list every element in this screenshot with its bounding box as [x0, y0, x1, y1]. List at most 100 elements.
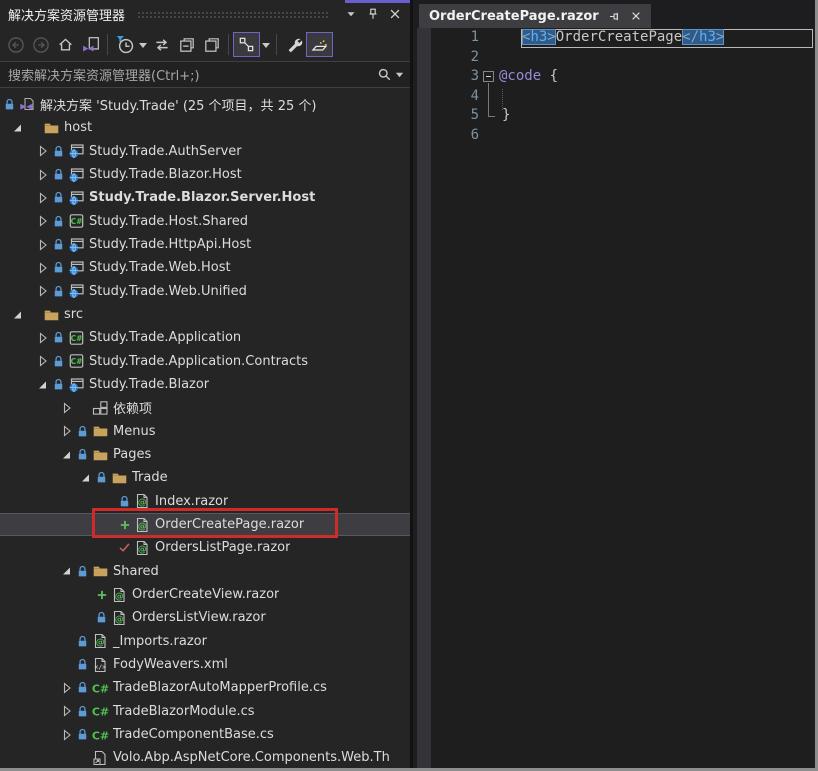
- tree-item[interactable]: C# TradeBlazorAutoMapperProfile.cs: [0, 676, 410, 699]
- razor-icon: @: [109, 610, 129, 626]
- tree-item[interactable]: src: [0, 303, 410, 326]
- properties-icon[interactable]: [281, 33, 306, 57]
- collapse-all-icon[interactable]: [174, 33, 199, 57]
- track-active-item-icon[interactable]: [233, 32, 260, 57]
- tree-item[interactable]: Menus: [0, 420, 410, 443]
- tree-item[interactable]: Volo.Abp.AspNetCore.Components.Web.Th: [0, 746, 410, 769]
- xml-icon: </>: [90, 657, 110, 673]
- sync-with-active-document-icon[interactable]: [149, 33, 174, 57]
- expander-icon[interactable]: [58, 423, 75, 439]
- tree-item[interactable]: Study.Trade.AuthServer: [0, 140, 410, 163]
- expander-icon[interactable]: [34, 167, 51, 183]
- dropdown-chevron-icon[interactable]: [137, 33, 149, 57]
- lock-icon: [75, 424, 90, 439]
- window-position-icon[interactable]: [340, 4, 362, 24]
- nav-forward-icon[interactable]: [28, 33, 53, 57]
- code-text: <h3>OrderCreatePage</h3>: [522, 29, 725, 45]
- panel-title: 解决方案资源管理器: [8, 8, 126, 24]
- line-number: 3: [470, 68, 479, 85]
- expander-icon[interactable]: [58, 703, 75, 719]
- line-number: 1: [470, 29, 479, 45]
- lock-icon: [51, 190, 66, 205]
- expander-icon[interactable]: [34, 377, 51, 393]
- search-options-chevron-icon[interactable]: [395, 70, 404, 79]
- tree-item[interactable]: @ Index.razor: [0, 490, 410, 513]
- web-icon: [66, 377, 86, 393]
- expander-icon[interactable]: [9, 120, 26, 136]
- tree-item[interactable]: C# Study.Trade.Application.Contracts: [0, 350, 410, 373]
- tree-item-label: TradeBlazorAutoMapperProfile.cs: [113, 680, 327, 696]
- expander-icon[interactable]: [58, 727, 75, 743]
- expander-icon[interactable]: [34, 353, 51, 369]
- close-icon[interactable]: [630, 10, 642, 22]
- home-icon[interactable]: [53, 33, 78, 57]
- pin-icon[interactable]: [608, 10, 621, 23]
- tree-item-label: src: [64, 307, 83, 323]
- switch-views-icon[interactable]: [78, 33, 103, 57]
- linked-icon: [90, 750, 110, 766]
- tree-item-label: host: [64, 120, 93, 136]
- search-icon[interactable]: [377, 67, 392, 82]
- editor-tab[interactable]: OrderCreatePage.razor: [419, 4, 651, 28]
- lock-icon: [75, 564, 90, 579]
- fold-collapse-icon[interactable]: [483, 71, 494, 82]
- expander-icon[interactable]: [9, 307, 26, 323]
- tree-item[interactable]: Study.Trade.Blazor.Server.Host: [0, 186, 410, 209]
- expander-icon[interactable]: [58, 447, 75, 463]
- tree-item[interactable]: Study.Trade.Blazor: [0, 373, 410, 396]
- expander-icon[interactable]: [58, 680, 75, 696]
- tree-item[interactable]: Study.Trade.Blazor.Host: [0, 163, 410, 186]
- tree-item[interactable]: Pages: [0, 443, 410, 466]
- lock-icon: [94, 610, 109, 625]
- expander-icon[interactable]: [34, 283, 51, 299]
- search-input[interactable]: 搜索解决方案资源管理器(Ctrl+;): [0, 61, 410, 88]
- expander-icon[interactable]: [34, 237, 51, 253]
- checked-in-icon: [117, 541, 132, 554]
- pending-changes-filter-icon[interactable]: [112, 33, 137, 57]
- tree-item[interactable]: Shared: [0, 560, 410, 583]
- panel-titlebar: 解决方案资源管理器: [0, 0, 410, 28]
- cs-icon: C#: [90, 703, 110, 719]
- tree-item[interactable]: Study.Trade.Web.Unified: [0, 280, 410, 303]
- line-number: 4: [470, 87, 479, 104]
- expander-icon[interactable]: [58, 563, 75, 579]
- lock-icon: [75, 727, 90, 742]
- expander-icon[interactable]: [34, 213, 51, 229]
- show-all-files-icon[interactable]: [199, 33, 224, 57]
- tree-item[interactable]: 依赖项: [0, 396, 410, 419]
- tree-item[interactable]: 解决方案 'Study.Trade' (25 个项目，共 25 个): [0, 93, 410, 116]
- tree-item-label: TradeComponentBase.cs: [113, 727, 274, 743]
- tree-item[interactable]: @ OrdersListView.razor: [0, 606, 410, 629]
- tree-item-label: Study.Trade.Blazor: [89, 377, 210, 393]
- pending-add-icon: [94, 589, 109, 601]
- expander-icon[interactable]: [58, 400, 75, 416]
- tree-item[interactable]: @ OrdersListPage.razor: [0, 536, 410, 559]
- lock-icon: [51, 354, 66, 369]
- expander-icon[interactable]: [77, 470, 94, 486]
- tree-item[interactable]: host: [0, 116, 410, 139]
- expander-icon[interactable]: [34, 330, 51, 346]
- tree-item[interactable]: C# Study.Trade.Host.Shared: [0, 210, 410, 233]
- tree-item[interactable]: @ OrderCreatePage.razor: [0, 512, 410, 537]
- tree-item[interactable]: Trade: [0, 466, 410, 489]
- tree-item[interactable]: C# Study.Trade.Application: [0, 326, 410, 349]
- tree-item-label: FodyWeavers.xml: [113, 657, 228, 673]
- pin-icon[interactable]: [362, 4, 384, 24]
- expander-icon[interactable]: [34, 260, 51, 276]
- tree-item[interactable]: @ _Imports.razor: [0, 630, 410, 653]
- dropdown-chevron-icon[interactable]: [260, 33, 272, 57]
- tree-item[interactable]: Study.Trade.HttpApi.Host: [0, 233, 410, 256]
- close-icon[interactable]: [384, 4, 406, 24]
- tree-item[interactable]: @ OrderCreateView.razor: [0, 583, 410, 606]
- expander-icon[interactable]: [34, 143, 51, 159]
- web-icon: [66, 143, 86, 159]
- nav-back-icon[interactable]: [3, 33, 28, 57]
- tree-item[interactable]: C# TradeComponentBase.cs: [0, 723, 410, 746]
- expander-icon[interactable]: [34, 190, 51, 206]
- tree-item[interactable]: </> FodyWeavers.xml: [0, 653, 410, 676]
- preview-selected-items-icon[interactable]: [306, 32, 333, 57]
- code-editor[interactable]: 1 <h3>OrderCreatePage</h3> 2 3 @code {4 5} 6: [413, 28, 815, 768]
- tree-item-label: 解决方案 'Study.Trade' (25 个项目，共 25 个): [40, 99, 317, 115]
- tree-item[interactable]: C# TradeBlazorModule.cs: [0, 700, 410, 723]
- tree-item[interactable]: Study.Trade.Web.Host: [0, 256, 410, 279]
